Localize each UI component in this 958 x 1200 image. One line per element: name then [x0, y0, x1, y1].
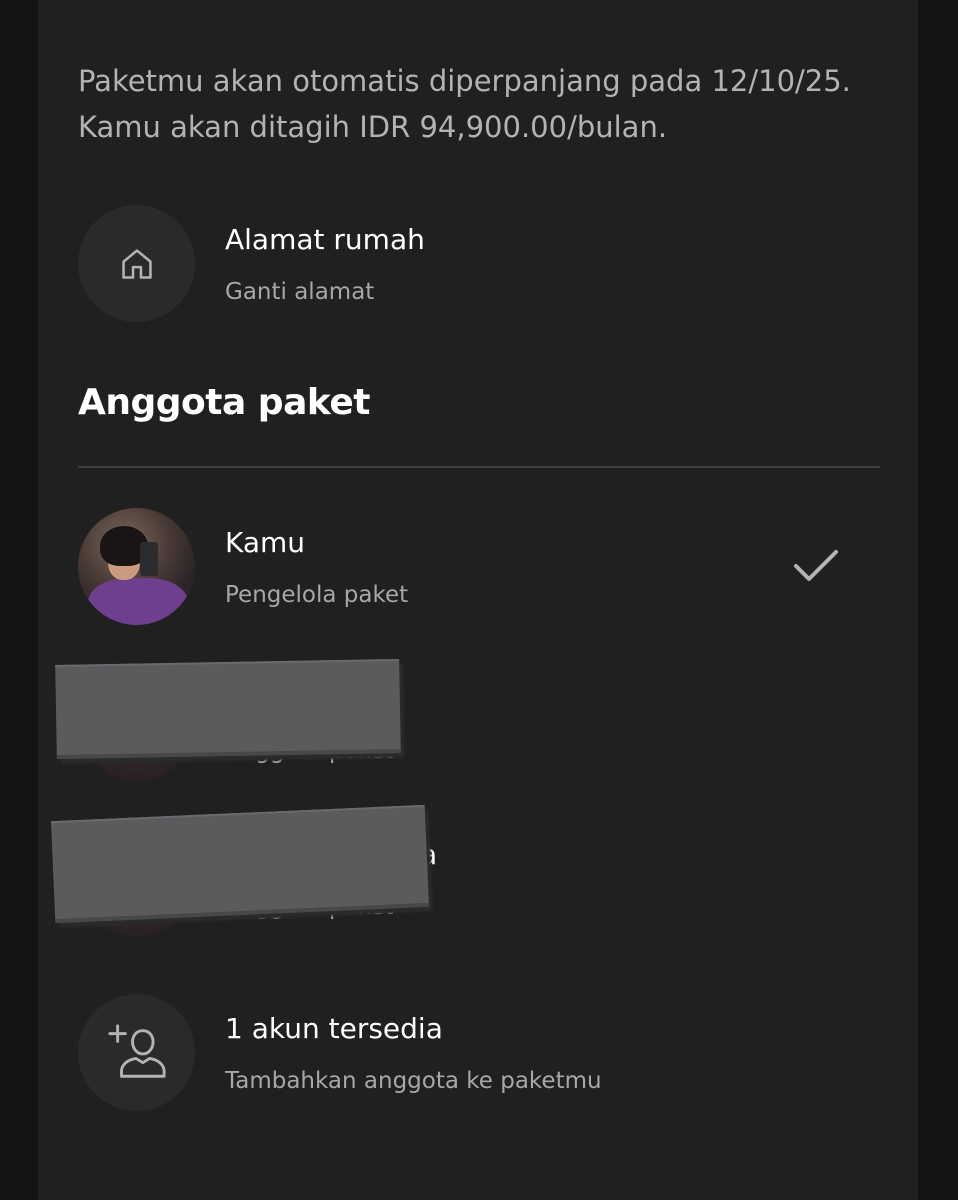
- change-address-link[interactable]: Ganti alamat: [225, 279, 374, 305]
- redaction-block: [55, 659, 401, 759]
- member-name: Kamu: [225, 526, 306, 559]
- address-title: Alamat rumah: [225, 223, 425, 256]
- left-gutter: [0, 0, 38, 1200]
- member-row-self[interactable]: Kamu Pengelola paket: [78, 508, 880, 626]
- add-member-link[interactable]: Tambahkan anggota ke paketmu: [225, 1068, 602, 1094]
- add-member-icon-circle: [78, 994, 195, 1111]
- add-person-icon: [107, 1023, 166, 1078]
- home-icon: [121, 248, 152, 279]
- checkmark-icon: [794, 550, 838, 581]
- redaction-block: [50, 804, 430, 924]
- available-slots-title: 1 akun tersedia: [225, 1012, 443, 1045]
- renewal-notice: Paketmu akan otomatis diperpanjang pada …: [78, 58, 878, 150]
- divider: [78, 466, 880, 468]
- add-member-row[interactable]: 1 akun tersedia Tambahkan anggota ke pak…: [78, 994, 880, 1112]
- address-icon-circle: [78, 205, 195, 322]
- member-role: Pengelola paket: [225, 582, 409, 608]
- avatar: [78, 508, 195, 625]
- section-title: Anggota paket: [78, 382, 370, 423]
- renewal-date-text: Paketmu akan otomatis diperpanjang pada …: [78, 64, 851, 98]
- address-row[interactable]: Alamat rumah Ganti alamat: [78, 205, 880, 323]
- right-gutter: [920, 0, 958, 1200]
- billing-amount-text: Kamu akan ditagih IDR 94,900.00/bulan.: [78, 110, 668, 144]
